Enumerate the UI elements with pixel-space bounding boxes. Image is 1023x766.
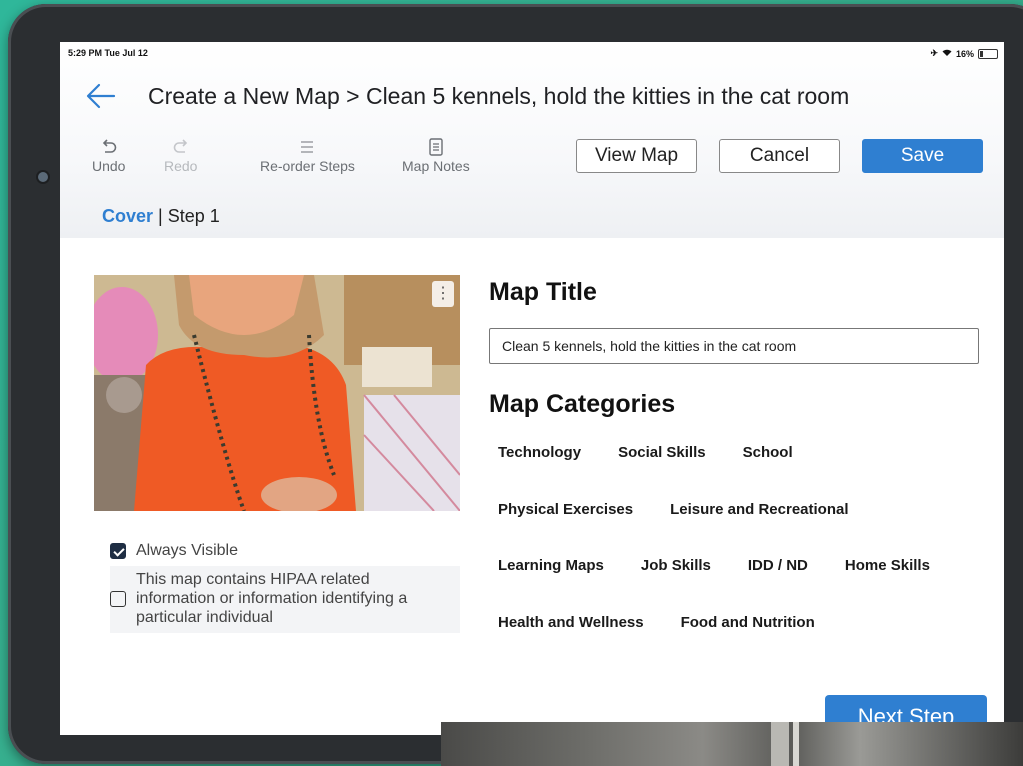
door-frame-edge xyxy=(793,722,799,766)
notes-icon xyxy=(402,138,470,158)
category-idd-nd[interactable]: IDD / ND xyxy=(748,557,808,574)
camera-lens xyxy=(38,172,48,182)
status-bar: 5:29 PM Tue Jul 12 ✈ 16% xyxy=(60,48,1004,62)
map-title-input[interactable] xyxy=(489,328,979,364)
overlay-photo-strip xyxy=(441,722,1023,766)
app-screen: 5:29 PM Tue Jul 12 ✈ 16% Create a New Ma… xyxy=(60,42,1004,735)
category-row-1: Technology Social Skills School xyxy=(498,444,793,461)
always-visible-checkbox[interactable] xyxy=(110,543,126,559)
category-job-skills[interactable]: Job Skills xyxy=(641,557,711,574)
category-row-3: Learning Maps Job Skills IDD / ND Home S… xyxy=(498,557,930,574)
category-food-nutrition[interactable]: Food and Nutrition xyxy=(681,614,815,631)
breadcrumb-step[interactable]: Step 1 xyxy=(168,206,220,226)
category-technology[interactable]: Technology xyxy=(498,444,581,461)
hipaa-label: This map contains HIPAA related informat… xyxy=(136,571,408,626)
door-frame xyxy=(771,722,789,766)
wifi-icon xyxy=(942,49,952,59)
tablet-bezel: 5:29 PM Tue Jul 12 ✈ 16% Create a New Ma… xyxy=(8,4,1023,764)
map-title-heading: Map Title xyxy=(489,278,597,306)
reorder-icon xyxy=(260,138,355,158)
category-social-skills[interactable]: Social Skills xyxy=(618,444,706,461)
map-categories-heading: Map Categories xyxy=(489,390,676,418)
category-health-wellness[interactable]: Health and Wellness xyxy=(498,614,644,631)
category-physical-exercises[interactable]: Physical Exercises xyxy=(498,501,633,518)
category-home-skills[interactable]: Home Skills xyxy=(845,557,930,574)
save-button[interactable]: Save xyxy=(862,139,983,173)
category-learning-maps[interactable]: Learning Maps xyxy=(498,557,604,574)
category-row-2: Physical Exercises Leisure and Recreatio… xyxy=(498,501,849,518)
reorder-steps-button[interactable]: Re-order Steps xyxy=(260,138,355,174)
undo-icon xyxy=(92,138,125,158)
redo-label: Redo xyxy=(164,158,198,174)
redo-icon xyxy=(164,138,197,158)
category-leisure-recreational[interactable]: Leisure and Recreational xyxy=(670,501,848,518)
visibility-options: Always Visible This map contains HIPAA r… xyxy=(94,542,460,633)
undo-label: Undo xyxy=(92,158,126,174)
status-right: ✈ 16% xyxy=(930,48,998,59)
cover-photo[interactable]: ⋮ xyxy=(94,275,460,511)
battery-icon xyxy=(978,48,998,59)
view-map-button[interactable]: View Map xyxy=(576,139,697,173)
map-notes-button[interactable]: Map Notes xyxy=(402,138,470,174)
breadcrumb-separator: | xyxy=(153,206,168,226)
battery-percent: 16% xyxy=(955,48,974,59)
category-row-4: Health and Wellness Food and Nutrition xyxy=(498,614,815,631)
more-options-icon[interactable]: ⋮ xyxy=(432,281,454,307)
breadcrumb: Cover | Step 1 xyxy=(102,206,220,227)
page-title: Create a New Map > Clean 5 kennels, hold… xyxy=(148,83,850,109)
category-school[interactable]: School xyxy=(743,444,793,461)
status-time: 5:29 PM Tue Jul 12 xyxy=(68,48,148,58)
notes-label: Map Notes xyxy=(402,158,470,174)
hipaa-checkbox[interactable] xyxy=(110,591,126,607)
airplane-icon: ✈ xyxy=(930,48,938,58)
back-arrow-icon[interactable] xyxy=(86,82,116,110)
breadcrumb-cover[interactable]: Cover xyxy=(102,206,153,226)
undo-button[interactable]: Undo xyxy=(92,138,125,174)
redo-button[interactable]: Redo xyxy=(164,138,197,174)
always-visible-label: Always Visible xyxy=(136,542,238,559)
hipaa-option[interactable]: This map contains HIPAA related informat… xyxy=(110,566,460,633)
reorder-label: Re-order Steps xyxy=(260,158,355,174)
always-visible-option[interactable]: Always Visible xyxy=(110,542,460,560)
cancel-button[interactable]: Cancel xyxy=(719,139,840,173)
